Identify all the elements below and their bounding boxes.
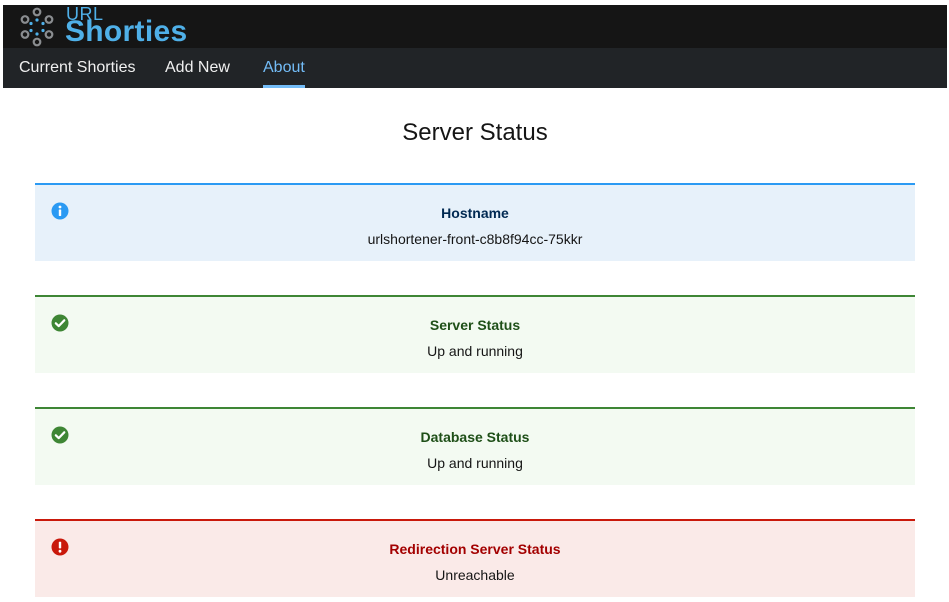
- server-status-alert: Server Status Up and running: [35, 295, 915, 373]
- alert-title: Database Status: [420, 429, 530, 445]
- hostname-alert: Hostname urlshortener-front-c8b8f94cc-75…: [35, 183, 915, 261]
- dots-circle-logo-icon[interactable]: [17, 7, 57, 47]
- alert-body: urlshortener-front-c8b8f94cc-75kkr: [367, 231, 583, 247]
- nav-item-add-new[interactable]: Add New: [165, 48, 230, 88]
- nav-item-about[interactable]: About: [263, 48, 305, 88]
- nav-bar: Current Shorties Add New About: [3, 48, 947, 88]
- alert-body: Unreachable: [435, 567, 515, 583]
- alert-title: Hostname: [441, 205, 509, 221]
- alert-body: Up and running: [427, 455, 523, 471]
- app-window: URL Shorties Current Shorties Add New Ab…: [3, 5, 947, 602]
- nav-item-current-shorties[interactable]: Current Shorties: [19, 48, 136, 88]
- alert-title: Redirection Server Status: [389, 541, 561, 557]
- redirection-server-status-alert: Redirection Server Status Unreachable: [35, 519, 915, 597]
- alert-title: Server Status: [429, 317, 521, 333]
- masthead: URL Shorties: [3, 5, 947, 48]
- alert-body: Up and running: [427, 343, 523, 359]
- database-status-alert: Database Status Up and running: [35, 407, 915, 485]
- brand-title[interactable]: Shorties: [65, 17, 187, 47]
- page-title: Server Status: [402, 119, 548, 146]
